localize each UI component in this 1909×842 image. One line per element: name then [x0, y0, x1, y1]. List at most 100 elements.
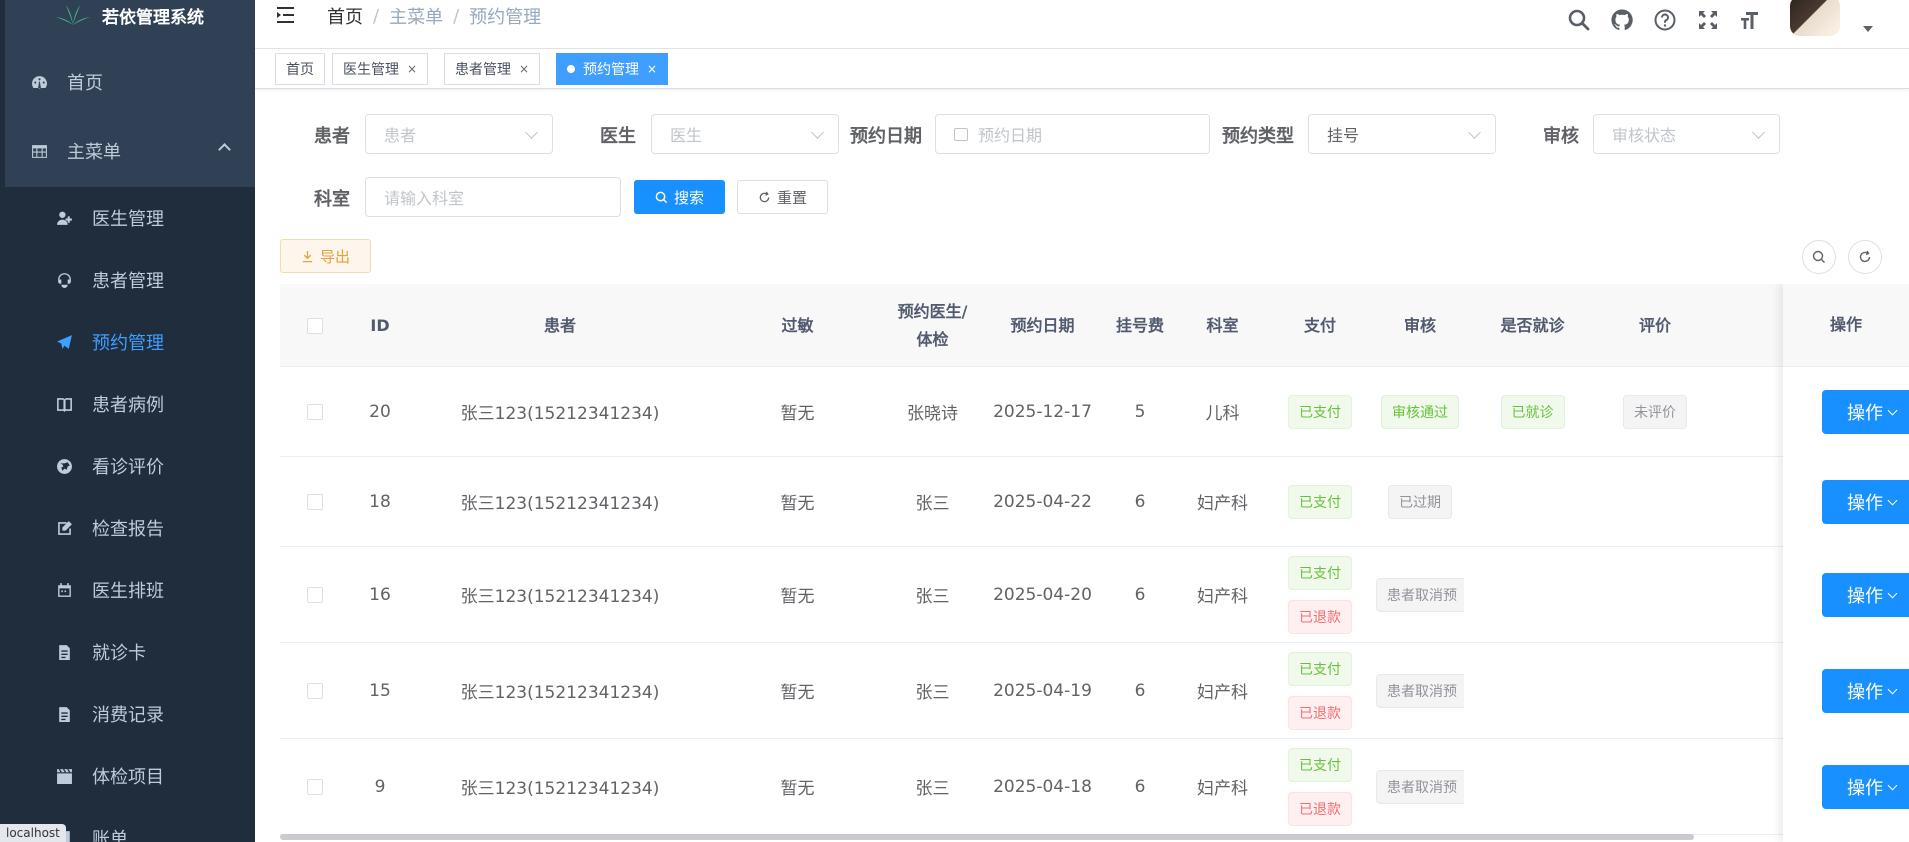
chevron-down-icon: [1887, 684, 1898, 694]
tag-patients[interactable]: 患者管理 ×: [444, 53, 541, 85]
patient-select[interactable]: 患者: [365, 114, 553, 154]
user-doctor-icon: [54, 208, 74, 228]
dept-input[interactable]: 请输入科室: [365, 177, 621, 217]
fullscreen-icon[interactable]: [1696, 6, 1720, 34]
cell-allergy: 暂无: [780, 494, 815, 514]
date-cell: 2025-04-22: [980, 457, 1105, 546]
pay-cell: 已支付 已退款: [1270, 643, 1370, 738]
toggle-search-button[interactable]: [1802, 240, 1836, 274]
sidebar-item-label: 体检项目: [92, 767, 164, 788]
checkbox-cell: [280, 547, 350, 642]
row-checkbox[interactable]: [307, 682, 323, 699]
date-label: 预约日期: [850, 126, 922, 147]
help-icon[interactable]: [1653, 6, 1677, 34]
cell-dept: 妇产科: [1197, 683, 1248, 703]
sidebar-item-consumption[interactable]: 消费记录: [5, 683, 255, 745]
rating-badge: 未评价: [1623, 394, 1687, 429]
cell-fee: 6: [1134, 776, 1146, 797]
sidebar-item-checkup[interactable]: 体检项目: [5, 745, 255, 807]
caret-down-icon[interactable]: [1863, 26, 1873, 32]
close-icon[interactable]: ×: [407, 62, 417, 76]
column-header: 是否就诊: [1500, 315, 1565, 335]
reset-button[interactable]: 重置: [737, 180, 828, 214]
avatar[interactable]: [1790, 0, 1840, 36]
font-size-icon[interactable]: [1739, 6, 1763, 34]
operation-dropdown-button[interactable]: 操作: [1822, 480, 1909, 524]
github-icon[interactable]: [1610, 6, 1634, 34]
hamburger-icon[interactable]: [276, 4, 298, 26]
sidebar-item-reviews[interactable]: 看诊评价: [5, 435, 255, 497]
breadcrumb-item[interactable]: 主菜单: [389, 3, 443, 29]
column-header: 挂号费: [1115, 315, 1164, 335]
audit-select[interactable]: 审核状态: [1593, 114, 1780, 154]
paid-badge: 已支付: [1288, 394, 1352, 429]
breadcrumb-item: 预约管理: [469, 7, 542, 28]
horizontal-scrollbar[interactable]: [280, 834, 1694, 840]
chevron-down-icon: [1752, 126, 1765, 139]
row-checkbox[interactable]: [307, 403, 323, 420]
row-checkbox[interactable]: [307, 586, 323, 603]
cell-date: 2025-04-20: [993, 584, 1092, 605]
sidebar-item-appointments[interactable]: 预约管理: [5, 311, 255, 373]
cell-fee: 5: [1134, 401, 1146, 422]
fixed-operation-column: 操作 操作 操作 操作 操作 操作: [1783, 284, 1909, 842]
sidebar-item-cases[interactable]: 患者病例: [5, 373, 255, 435]
app-root: 若依管理系统 首页 主菜单 医生管理 患者管理 预约管理 患者病例 看诊评价 检…: [0, 0, 1909, 842]
operation-label: 操作: [1847, 682, 1883, 703]
patient-cell: 张三123(15212341234): [410, 457, 710, 546]
sidebar: 若依管理系统 首页 主菜单 医生管理 患者管理 预约管理 患者病例 看诊评价 检…: [0, 0, 255, 842]
logo-icon: [56, 5, 90, 25]
audit-badge: 患者取消预: [1376, 769, 1464, 804]
sidebar-item-schedule[interactable]: 医生排班: [5, 559, 255, 621]
sidebar-item-home[interactable]: 首页: [5, 51, 255, 113]
tag-appointments[interactable]: 预约管理 ×: [556, 53, 669, 85]
date-picker[interactable]: 预约日期: [935, 114, 1210, 154]
export-button[interactable]: 导出: [280, 239, 371, 273]
doctor-select[interactable]: 医生: [651, 114, 839, 154]
app-logo[interactable]: 若依管理系统: [5, 0, 255, 30]
audit-cell: 患者取消预: [1370, 643, 1470, 738]
doctor-cell: 张三: [885, 457, 980, 546]
sidebar-item-patients[interactable]: 患者管理: [5, 249, 255, 311]
cell-allergy: 暂无: [780, 779, 815, 799]
column-header: 审核: [1403, 315, 1436, 335]
patient-label: 患者: [314, 126, 350, 147]
search-icon[interactable]: [1567, 6, 1591, 34]
cell-allergy: 暂无: [780, 587, 815, 607]
column-header: 支付: [1303, 315, 1336, 335]
document-icon: [54, 704, 74, 724]
pay-cell: 已支付 已退款: [1270, 739, 1370, 834]
operation-dropdown-button[interactable]: 操作: [1822, 765, 1909, 809]
column-header: 预约日期: [1010, 315, 1075, 335]
doctor-cell: 张三: [885, 739, 980, 834]
doctor-cell: 张三: [885, 643, 980, 738]
refresh-table-button[interactable]: [1848, 240, 1882, 274]
cell-id: 9: [374, 776, 386, 797]
paid-badge: 已支付: [1288, 747, 1352, 782]
row-checkbox[interactable]: [307, 778, 323, 795]
download-icon: [302, 250, 313, 262]
cell-patient: 张三123(15212341234): [460, 404, 660, 424]
breadcrumb-item[interactable]: 首页: [327, 3, 363, 29]
search-button[interactable]: 搜索: [634, 180, 725, 214]
sidebar-item-reports[interactable]: 检查报告: [5, 497, 255, 559]
search-icon: [1812, 250, 1825, 263]
row-checkbox[interactable]: [307, 493, 323, 510]
sidebar-item-main-menu[interactable]: 主菜单: [5, 120, 255, 182]
close-icon[interactable]: ×: [647, 62, 657, 76]
tag-home[interactable]: 首页: [275, 53, 325, 85]
paid-badge: 已支付: [1288, 484, 1352, 519]
operation-dropdown-button[interactable]: 操作: [1822, 669, 1909, 713]
type-select[interactable]: 挂号: [1308, 114, 1496, 154]
sidebar-item-card[interactable]: 就诊卡: [5, 621, 255, 683]
select-all-checkbox[interactable]: [307, 317, 323, 334]
refresh-icon: [759, 191, 770, 202]
operation-dropdown-button[interactable]: 操作: [1822, 573, 1909, 617]
rating-cell: [1595, 739, 1715, 834]
tag-doctors[interactable]: 医生管理 ×: [332, 53, 429, 85]
operation-dropdown-button[interactable]: 操作: [1822, 390, 1909, 434]
close-icon[interactable]: ×: [519, 62, 529, 76]
sidebar-item-doctors[interactable]: 医生管理: [5, 187, 255, 249]
id-cell: 20: [350, 367, 410, 456]
chevron-down-icon: [1468, 126, 1481, 139]
